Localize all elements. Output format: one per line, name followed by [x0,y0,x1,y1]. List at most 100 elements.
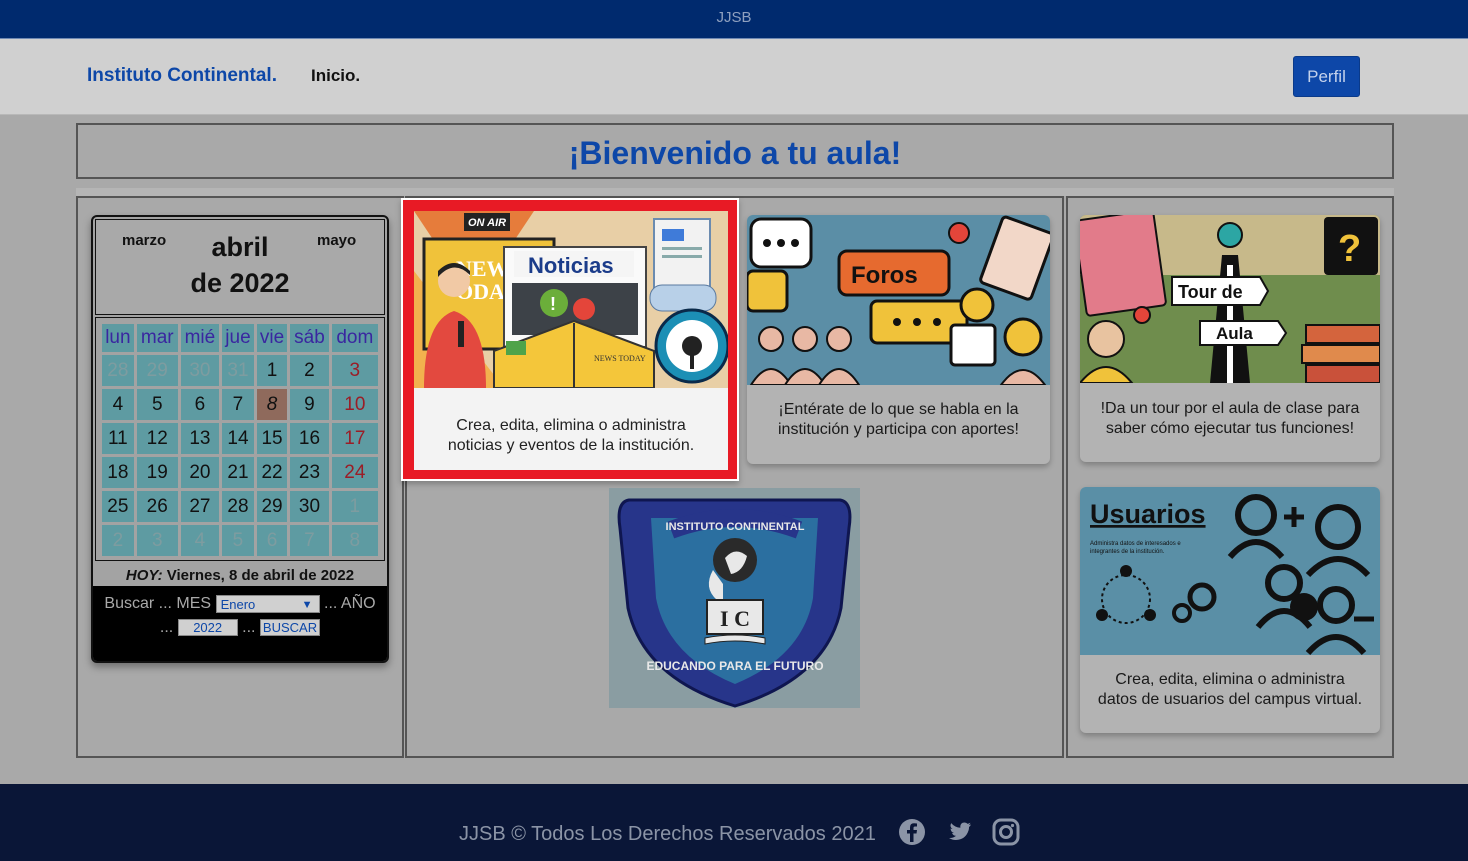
card-tour[interactable]: Tour de Aula ? !Da un tour por el aula d… [1080,215,1380,462]
calendar-day[interactable]: 19 [136,457,178,488]
calendar-day[interactable]: 21 [222,457,254,488]
on-air-badge: ON AIR [468,217,506,229]
calendar-day[interactable]: 28 [222,491,254,522]
chevron-down-icon: ▼ [301,598,313,611]
usuarios-description: Crea, edita, elimina o administra datos … [1097,671,1363,708]
dots: ... [242,619,256,636]
navbar: Instituto Continental. Inicio. Perfil [0,39,1468,115]
next-month-link[interactable]: mayo [317,232,356,249]
foros-description: ¡Entérate de lo que se habla en la insti… [777,401,1019,438]
logo-initials: I C [720,606,750,631]
users-illustration: Usuarios Administra datos de interesados… [1080,487,1380,655]
tour-illustration: Tour de Aula ? [1080,215,1380,383]
calendar-day[interactable]: 3 [136,525,178,556]
calendar-widget: marzo abril mayo de 2022 lun mar mié jue… [91,215,389,663]
calendar-day[interactable]: 1 [256,355,288,386]
calendar-day[interactable]: 20 [180,457,220,488]
svg-text:?: ? [1338,228,1361,270]
calendar-day[interactable]: 4 [102,389,134,420]
calendar-day[interactable]: 5 [222,525,254,556]
card-usuarios[interactable]: Usuarios Administra datos de interesados… [1080,487,1380,733]
calendar-day[interactable]: 17 [331,423,378,454]
calendar-day[interactable]: 26 [136,491,178,522]
page-title: ¡Bienvenido a tu aula! [568,135,902,171]
calendar-day[interactable]: 3 [331,355,378,386]
current-year: de 2022 [190,268,290,298]
calendar-day[interactable]: 16 [290,423,329,454]
welcome-banner: ¡Bienvenido a tu aula! [76,123,1394,179]
search-button[interactable]: BUSCAR [259,619,321,637]
card-foros[interactable]: Foros ¡Entérate de lo que se habla en la… [747,215,1050,464]
usuarios-title: Usuarios [1090,499,1206,529]
svg-text:NEWS TODAY: NEWS TODAY [594,354,646,363]
calendar-day-today[interactable]: 8 [256,389,288,420]
calendar-day[interactable]: 13 [180,423,220,454]
twitter-icon[interactable] [945,818,973,846]
calendar-day[interactable]: 10 [331,389,378,420]
svg-text:Administra datos de interesado: Administra datos de interesados e [1090,541,1181,547]
calendar-day[interactable]: 9 [290,389,329,420]
calendar-day[interactable]: 4 [180,525,220,556]
calendar-day[interactable]: 29 [136,355,178,386]
svg-text:integrantes de la institución.: integrantes de la institución. [1090,549,1165,555]
calendar-day[interactable]: 11 [102,423,134,454]
profile-button[interactable]: Perfil [1293,56,1360,97]
calendar-header: marzo abril mayo de 2022 [95,219,385,315]
calendar-day[interactable]: 14 [222,423,254,454]
nav-home-link[interactable]: Inicio. [311,66,360,86]
calendar-day[interactable]: 8 [331,525,378,556]
calendar-day[interactable]: 22 [256,457,288,488]
divider [76,188,1394,196]
calendar-day[interactable]: 24 [331,457,378,488]
logo-top-text: INSTITUTO CONTINENTAL [666,521,805,533]
today-date: Viernes, 8 de abril de 2022 [166,567,355,584]
calendar-day[interactable]: 2 [290,355,329,386]
weekday-header: jue [222,324,254,352]
instagram-icon[interactable] [992,818,1020,846]
calendar-search: Buscar ... MES Enero ▼ ... AÑO ... 2022 .… [93,586,387,661]
calendar-day[interactable]: 15 [256,423,288,454]
calendar-day[interactable]: 30 [180,355,220,386]
today-prefix: HOY: [125,567,163,584]
calendar-day[interactable]: 2 [102,525,134,556]
calendar-day[interactable]: 5 [136,389,178,420]
calendar-day[interactable]: 25 [102,491,134,522]
calendar-day[interactable]: 29 [256,491,288,522]
top-banner: JJSB [0,0,1468,39]
calendar-day[interactable]: 7 [290,525,329,556]
calendar-day[interactable]: 18 [102,457,134,488]
weekday-header: sáb [290,324,329,352]
month-select[interactable]: Enero ▼ [215,594,320,613]
institute-logo: INSTITUTO CONTINENTAL I C EDUCANDO PARA … [609,488,860,708]
card-noticias[interactable]: ON AIR NEW ODA Noticias ! NEWS TODAY Cre… [401,198,739,481]
calendar-day[interactable]: 23 [290,457,329,488]
calendar-day[interactable]: 12 [136,423,178,454]
foros-title: Foros [851,262,918,289]
calendar-grid: lun mar mié jue vie sáb dom 28 29 30 31 … [95,317,385,561]
calendar-day[interactable]: 31 [222,355,254,386]
svg-text:!: ! [550,294,556,314]
tour-title-bottom: Aula [1216,324,1253,343]
weekday-header: mar [136,324,178,352]
calendar-day[interactable]: 27 [180,491,220,522]
calendar-day[interactable]: 30 [290,491,329,522]
calendar-day[interactable]: 1 [331,491,378,522]
calendar-day[interactable]: 6 [256,525,288,556]
weekday-header: vie [256,324,288,352]
search-month-label: Buscar ... MES [104,595,212,612]
card-noticias-inner: ON AIR NEW ODA Noticias ! NEWS TODAY Cre… [414,211,728,470]
footer: JJSB © Todos Los Derechos Reservados 202… [0,784,1468,861]
logo-bottom-text: EDUCANDO PARA EL FUTURO [646,659,823,673]
search-year-label: ... AÑO [324,595,376,612]
top-banner-title: JJSB [716,9,752,26]
facebook-icon[interactable] [898,818,926,846]
brand-link[interactable]: Instituto Continental. [87,65,277,87]
tour-description: !Da un tour por el aula de clase para sa… [1100,400,1360,437]
calendar-day[interactable]: 28 [102,355,134,386]
noticias-title: Noticias [528,253,614,278]
calendar-day[interactable]: 7 [222,389,254,420]
weekday-header: lun [102,324,134,352]
calendar-day[interactable]: 6 [180,389,220,420]
year-input[interactable]: 2022 [177,619,238,637]
month-select-value: Enero [220,596,256,612]
